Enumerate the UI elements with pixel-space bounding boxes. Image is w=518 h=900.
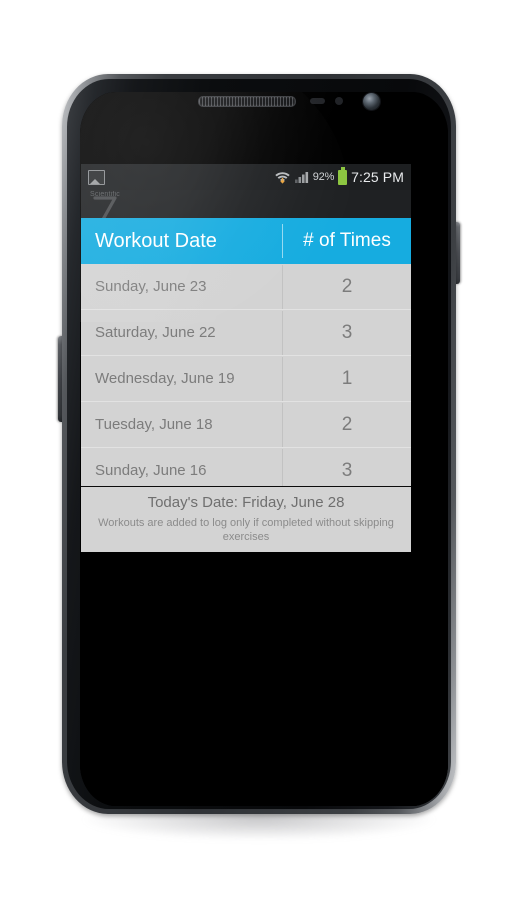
workout-log-list[interactable]: Sunday, June 23 2 Saturday, June 22 3 Wednes… bbox=[81, 264, 411, 486]
ambient-light-sensor-icon bbox=[335, 97, 343, 105]
todays-date-label: Today's Date: Friday, June 28 bbox=[147, 494, 345, 511]
status-bar-system-icons: 92% 7:25 PM bbox=[274, 167, 404, 185]
status-bar: 92% 7:25 PM bbox=[81, 164, 411, 190]
row-workout-date: Tuesday, June 18 bbox=[95, 416, 213, 433]
battery-percent-label: 92% bbox=[312, 171, 335, 183]
row-times-count: 1 bbox=[341, 367, 353, 389]
row-workout-date: Sunday, June 16 bbox=[95, 462, 207, 479]
gallery-icon bbox=[88, 169, 105, 185]
table-header-row: Workout Date # of Times bbox=[81, 218, 411, 264]
wifi-download-icon bbox=[275, 172, 290, 184]
brand-seven-logo-icon bbox=[93, 196, 117, 218]
battery-icon bbox=[338, 167, 348, 185]
table-row[interactable]: Saturday, June 22 3 bbox=[81, 310, 411, 356]
footer-panel: Today's Date: Friday, June 28 Workouts a… bbox=[81, 486, 411, 552]
device-outer-frame: 92% 7:25 PM Scientific Workout Date # of… bbox=[62, 74, 456, 814]
row-workout-date: Sunday, June 23 bbox=[95, 278, 207, 295]
status-bar-clock: 7:25 PM bbox=[351, 169, 404, 185]
table-row[interactable]: Sunday, June 23 2 bbox=[81, 264, 411, 310]
screen-lower-black-area bbox=[80, 552, 448, 806]
row-times-count: 3 bbox=[341, 321, 353, 343]
row-times-count: 3 bbox=[341, 459, 353, 481]
app-action-bar: Scientific bbox=[81, 190, 411, 218]
row-workout-date: Wednesday, June 19 bbox=[95, 370, 235, 387]
cellular-signal-icon bbox=[294, 172, 308, 183]
phone-device: 92% 7:25 PM Scientific Workout Date # of… bbox=[0, 0, 518, 900]
row-workout-date: Saturday, June 22 bbox=[95, 324, 216, 341]
footer-note-label: Workouts are added to log only if comple… bbox=[98, 517, 394, 543]
table-row[interactable]: Tuesday, June 18 2 bbox=[81, 402, 411, 448]
device-screen-glass: 92% 7:25 PM Scientific Workout Date # of… bbox=[80, 92, 448, 806]
table-row[interactable]: Sunday, June 16 3 bbox=[81, 448, 411, 486]
row-times-count: 2 bbox=[341, 413, 353, 435]
column-header-workout-date[interactable]: Workout Date bbox=[81, 230, 282, 253]
earpiece-speaker-grille bbox=[198, 96, 296, 107]
status-bar-notifications bbox=[88, 169, 105, 185]
device-inner-frame: 92% 7:25 PM Scientific Workout Date # of… bbox=[67, 79, 451, 809]
proximity-sensor-icon bbox=[310, 98, 325, 104]
front-camera-icon bbox=[363, 93, 380, 110]
row-times-count: 2 bbox=[341, 275, 353, 297]
column-header-number-of-times[interactable]: # of Times bbox=[283, 230, 411, 252]
table-row[interactable]: Wednesday, June 19 1 bbox=[81, 356, 411, 402]
